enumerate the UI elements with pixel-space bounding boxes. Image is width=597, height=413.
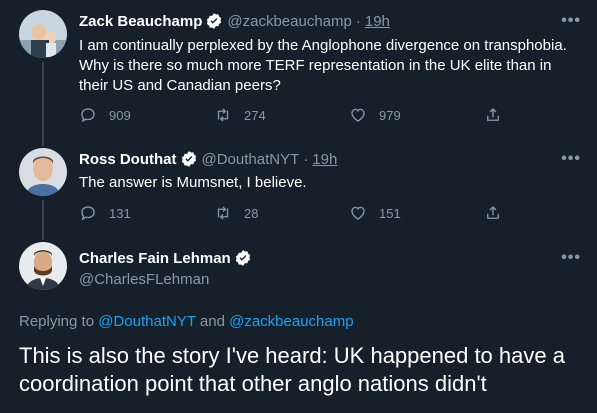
avatar[interactable] [19, 10, 67, 58]
reply-count: 909 [109, 107, 131, 123]
tweet-header: Charles Fain Lehman [79, 249, 252, 267]
verified-badge-icon [234, 249, 252, 267]
main-tweet: Charles Fain Lehman ••• @CharlesFLehman … [0, 232, 597, 413]
reply-count: 131 [109, 205, 131, 221]
tweet-text: This is also the story I've heard: UK ha… [19, 343, 565, 396]
like-count: 151 [379, 205, 401, 221]
like-count: 979 [379, 107, 401, 123]
tweet-actions: 909 274 979 [79, 106, 519, 124]
like-button[interactable]: 979 [349, 106, 484, 124]
tweet-header: Ross Douthat @DouthatNYT · 19h [79, 150, 337, 168]
reply-button[interactable]: 131 [79, 204, 214, 222]
verified-badge-icon [205, 12, 223, 30]
avatar[interactable] [19, 148, 67, 196]
retweet-count: 274 [244, 107, 266, 123]
retweet-icon [217, 108, 229, 122]
share-icon [487, 206, 499, 219]
author-handle[interactable]: @zackbeauchamp [227, 13, 351, 30]
share-button[interactable] [484, 204, 514, 222]
mention-link[interactable]: @zackbeauchamp [229, 313, 353, 330]
tweet-time[interactable]: 19h [312, 151, 337, 168]
like-icon [351, 206, 365, 220]
author-handle[interactable]: @DouthatNYT [202, 151, 300, 168]
share-icon [487, 108, 499, 121]
tweet-actions: 131 28 151 [79, 204, 519, 222]
retweet-count: 28 [244, 205, 259, 221]
avatar[interactable] [19, 242, 67, 290]
mention-link[interactable]: @DouthatNYT [98, 313, 196, 330]
reply-icon [81, 108, 95, 123]
more-options-icon[interactable]: ••• [561, 150, 581, 168]
like-button[interactable]: 151 [349, 204, 484, 222]
reply-button[interactable]: 909 [79, 106, 214, 124]
tweet-ross[interactable]: Ross Douthat @DouthatNYT · 19h ••• The a… [0, 140, 597, 230]
author-handle[interactable]: @CharlesFLehman [79, 271, 209, 288]
separator-dot: · [303, 150, 309, 168]
retweet-icon [217, 206, 229, 220]
replying-to: Replying to @DouthatNYT and @zackbeaucha… [19, 313, 354, 330]
reply-icon [81, 206, 95, 221]
tweet-header: Zack Beauchamp @zackbeauchamp · 19h [79, 12, 390, 30]
retweet-button[interactable]: 28 [214, 204, 349, 222]
author-name[interactable]: Charles Fain Lehman [79, 250, 231, 267]
share-button[interactable] [484, 106, 514, 124]
tweet-text: I am continually perplexed by the Anglop… [79, 37, 567, 94]
more-options-icon[interactable]: ••• [561, 249, 581, 267]
tweet-text: The answer is Mumsnet, I believe. [79, 174, 307, 191]
retweet-button[interactable]: 274 [214, 106, 349, 124]
replying-and: and [199, 313, 225, 330]
tweet-time[interactable]: 19h [365, 13, 390, 30]
replying-prefix: Replying to [19, 313, 95, 330]
like-icon [351, 108, 365, 122]
separator-dot: · [355, 12, 361, 30]
author-name[interactable]: Zack Beauchamp [79, 13, 202, 30]
more-options-icon[interactable]: ••• [561, 12, 581, 30]
verified-badge-icon [180, 150, 198, 168]
tweet-zack[interactable]: Zack Beauchamp @zackbeauchamp · 19h ••• … [0, 0, 597, 140]
author-name[interactable]: Ross Douthat [79, 151, 177, 168]
